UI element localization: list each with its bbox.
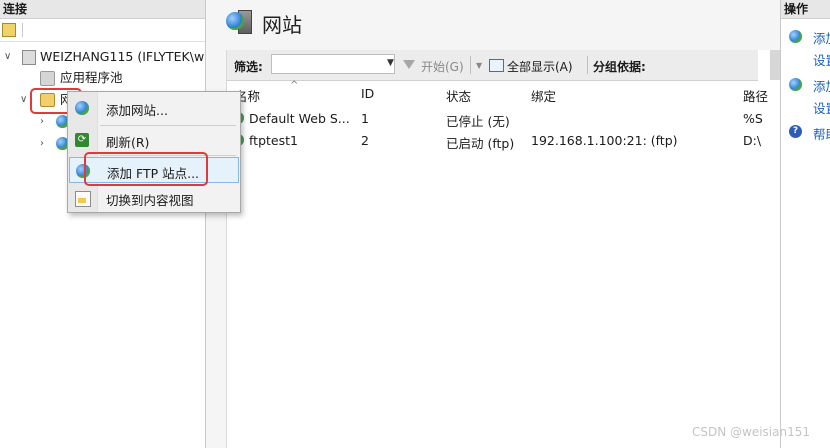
toolbar-separator — [587, 56, 588, 74]
sites-pane: 网站 筛选: ▼ 开始(G) ▼ 全部显示(A) 分组依据: ^ 名称 ID 状… — [206, 0, 780, 448]
menu-item-add-website[interactable]: 添加网站... — [69, 95, 239, 121]
actions-header: 操作 — [781, 0, 830, 19]
tree-label-server: WEIZHANG115 (IFLYTEK\w — [40, 49, 205, 64]
site-name: ftptest1 — [249, 133, 298, 148]
chevron-down-icon[interactable]: ▼ — [476, 61, 482, 70]
menu-item-label: 切换到内容视图 — [106, 193, 194, 208]
menu-separator — [100, 125, 236, 126]
site-name: Default Web S... — [249, 111, 350, 126]
action-link[interactable]: 添加 — [813, 76, 830, 95]
tree-node-server[interactable]: ∨ WEIZHANG115 (IFLYTEK\w — [0, 47, 205, 67]
menu-item-refresh[interactable]: ⟳ 刷新(R) — [69, 127, 239, 153]
site-path: %S — [743, 111, 763, 126]
show-all-icon — [489, 59, 504, 72]
tree-node-app-pools[interactable]: 应用程序池 — [0, 68, 205, 88]
toolbar-separator — [470, 56, 471, 74]
table-row[interactable]: ftptest1 2 已启动 (ftp) 192.168.1.100:21: (… — [227, 130, 780, 152]
action-link[interactable]: 设置 — [813, 98, 830, 117]
chevron-right-icon[interactable]: › — [40, 112, 44, 132]
globe-icon — [226, 12, 244, 30]
filter-input[interactable] — [271, 54, 395, 74]
connections-header: 连接 — [0, 0, 205, 19]
globe-icon — [789, 30, 802, 43]
tree-label-app-pools: 应用程序池 — [60, 70, 123, 85]
connections-toolbar — [0, 19, 205, 42]
watermark: CSDN @weisian151 — [691, 425, 810, 439]
chevron-down-icon[interactable]: ∨ — [4, 47, 11, 67]
column-header-binding[interactable]: 绑定 — [531, 86, 556, 105]
site-status: 已启动 (ftp) — [446, 136, 515, 151]
filter-label: 筛选: — [234, 60, 263, 74]
chevron-down-icon[interactable]: ∨ — [20, 90, 27, 110]
filter-dropdown-icon[interactable]: ▼ — [387, 58, 394, 68]
site-status: 已停止 (无) — [446, 114, 510, 129]
site-id: 1 — [361, 111, 369, 126]
ftp-highlight-box — [84, 152, 208, 186]
toolbar-separator — [22, 23, 23, 37]
show-all-button[interactable]: 全部显示(A) — [507, 58, 573, 75]
sites-title-icon — [226, 8, 252, 34]
column-header-path[interactable]: 路径 — [743, 86, 768, 105]
content-view-icon — [75, 191, 91, 207]
actions-pane: 操作 添加 设置 添加 设置 ? 帮助 — [780, 0, 830, 448]
menu-item-label: 添加网站... — [106, 103, 168, 118]
group-by-label[interactable]: 分组依据: — [593, 58, 646, 75]
app-pool-icon — [40, 71, 55, 86]
globe-icon — [789, 78, 802, 91]
action-link[interactable]: 帮助 — [813, 124, 830, 143]
funnel-icon — [403, 60, 415, 69]
refresh-icon: ⟳ — [75, 133, 89, 147]
sort-ascending-icon: ^ — [290, 80, 299, 91]
chevron-right-icon[interactable]: › — [40, 134, 44, 154]
table-row[interactable]: Default Web S... 1 已停止 (无) %S — [227, 108, 780, 130]
site-path: D:\ — [743, 133, 762, 148]
connections-pane: 连接 ∨ WEIZHANG115 (IFLYTEK\w 应用程序池 ∨ 网站 ›… — [0, 0, 206, 448]
column-header-id[interactable]: ID — [361, 86, 374, 101]
site-binding: 192.168.1.100:21: (ftp) — [531, 133, 678, 148]
page-title: 网站 — [262, 13, 302, 37]
column-header-status[interactable]: 状态 — [446, 86, 471, 105]
filter-bar: 筛选: ▼ 开始(G) ▼ 全部显示(A) 分组依据: — [227, 50, 758, 81]
server-icon — [22, 50, 36, 65]
help-icon: ? — [789, 125, 802, 138]
scroll-strip[interactable] — [770, 50, 780, 80]
action-link[interactable]: 设置 — [813, 50, 830, 69]
sites-list: 筛选: ▼ 开始(G) ▼ 全部显示(A) 分组依据: ^ 名称 ID 状态 绑… — [226, 50, 780, 448]
action-link[interactable]: 添加 — [813, 28, 830, 47]
site-id: 2 — [361, 133, 369, 148]
add-website-icon — [75, 101, 89, 115]
menu-item-content-view[interactable]: 切换到内容视图 — [69, 185, 239, 211]
start-filter-button[interactable]: 开始(G) — [421, 58, 464, 75]
new-connection-icon[interactable] — [2, 23, 16, 37]
menu-item-label: 刷新(R) — [106, 135, 150, 150]
